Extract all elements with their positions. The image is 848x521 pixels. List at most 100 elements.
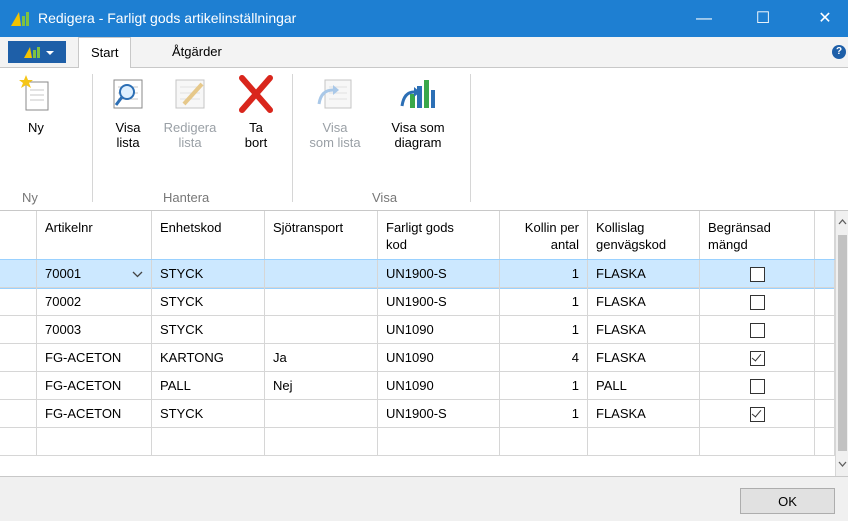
cell-kollislag[interactable]: PALL (588, 372, 700, 400)
cell-artikelnr[interactable]: 70003 (37, 316, 152, 344)
new-row[interactable] (0, 428, 835, 456)
begransad-checkbox[interactable] (750, 267, 765, 282)
cell-enhetskod[interactable]: STYCK (152, 316, 265, 344)
row-selector[interactable] (0, 260, 37, 288)
row-selector[interactable] (0, 400, 37, 428)
cell-text: FG-ACETON (45, 350, 122, 365)
cell-begransad[interactable] (700, 400, 815, 428)
cell-begransad[interactable] (700, 372, 815, 400)
cell-kollin-per-antal[interactable]: 4 (500, 344, 588, 372)
cell-kollin-per-antal[interactable]: 1 (500, 316, 588, 344)
cell-kollislag[interactable]: FLASKA (588, 344, 700, 372)
cell-enhetskod[interactable]: PALL (152, 372, 265, 400)
tab-start[interactable]: Start (78, 37, 132, 69)
table-row[interactable]: 70002 STYCK UN1900-S 1 FLASKA (0, 288, 835, 316)
column-header-kollin-per-antal[interactable]: Kollin per antal (500, 211, 588, 260)
table-row[interactable]: FG-ACETON PALL Nej UN1090 1 PALL (0, 372, 835, 400)
cell-text: 1 (571, 378, 579, 393)
begransad-checkbox[interactable] (750, 379, 765, 394)
cell-enhetskod[interactable]: KARTONG (152, 344, 265, 372)
help-icon[interactable]: ? (832, 45, 846, 59)
show-as-chart-label: Visa som diagram (391, 120, 445, 150)
column-header-kollislag[interactable]: Kollislag genvägskod (588, 211, 700, 260)
table-row[interactable]: FG-ACETON STYCK UN1900-S 1 FLASKA (0, 400, 835, 428)
cell-enhetskod[interactable]: STYCK (152, 260, 265, 288)
table-row[interactable]: 70003 STYCK UN1090 1 FLASKA (0, 316, 835, 344)
column-header-filler (815, 211, 835, 260)
show-as-chart-button[interactable]: Visa som diagram (386, 74, 450, 150)
row-selector[interactable] (0, 288, 37, 316)
cell-text: FLASKA (596, 322, 646, 337)
column-header-artikelnr[interactable]: Artikelnr (37, 211, 152, 260)
cell-kollin-per-antal[interactable]: 1 (500, 288, 588, 316)
begransad-checkbox[interactable] (750, 295, 765, 310)
cell-text: Nej (273, 378, 293, 393)
cell-farligt-gods-kod[interactable]: UN1090 (378, 344, 500, 372)
row-selector[interactable] (0, 428, 37, 456)
row-selector[interactable] (0, 344, 37, 372)
delete-button[interactable]: Ta bort (234, 74, 278, 150)
cell-text: 4 (571, 350, 579, 365)
cell-kollin-per-antal[interactable]: 1 (500, 260, 588, 288)
cell-text: UN1900-S (386, 294, 447, 309)
chevron-down-icon[interactable] (132, 260, 143, 287)
ok-button[interactable]: OK (740, 488, 835, 514)
cell-sjotransport[interactable] (265, 288, 378, 316)
cell-kollislag[interactable]: FLASKA (588, 288, 700, 316)
cell-begransad[interactable] (700, 316, 815, 344)
cell-farligt-gods-kod[interactable]: UN1900-S (378, 288, 500, 316)
cell-farligt-gods-kod[interactable]: UN1900-S (378, 400, 500, 428)
cell-kollin-per-antal[interactable]: 1 (500, 400, 588, 428)
maximize-button[interactable]: ☐ (740, 0, 786, 37)
cell-sjotransport[interactable] (265, 400, 378, 428)
cell-kollislag[interactable]: FLASKA (588, 316, 700, 344)
column-header-enhetskod[interactable]: Enhetskod (152, 211, 265, 260)
cell-kollin-per-antal[interactable]: 1 (500, 372, 588, 400)
cell-begransad[interactable] (700, 260, 815, 288)
cell-enhetskod[interactable]: STYCK (152, 288, 265, 316)
cell-sjotransport[interactable]: Nej (265, 372, 378, 400)
close-button[interactable]: ✕ (802, 0, 848, 37)
table-row[interactable]: 70001 STYCK UN1900-S 1 FLASKA (0, 259, 836, 289)
cell-begransad[interactable] (700, 288, 815, 316)
cell-farligt-gods-kod[interactable]: UN1090 (378, 372, 500, 400)
column-header-sjotransport[interactable]: Sjötransport (265, 211, 378, 260)
cell-artikelnr[interactable]: 70001 (37, 260, 152, 288)
edit-list-button[interactable]: Redigera lista (160, 74, 220, 150)
cell-artikelnr[interactable]: FG-ACETON (37, 372, 152, 400)
cell-kollislag[interactable]: FLASKA (588, 260, 700, 288)
cell-artikelnr[interactable]: FG-ACETON (37, 400, 152, 428)
cell-enhetskod[interactable]: STYCK (152, 400, 265, 428)
empty-cell (815, 316, 835, 344)
cell-sjotransport[interactable] (265, 260, 378, 288)
cell-sjotransport[interactable] (265, 316, 378, 344)
view-list-button[interactable]: Visa lista (106, 74, 150, 150)
cell-farligt-gods-kod[interactable]: UN1090 (378, 316, 500, 344)
cell-kollislag[interactable]: FLASKA (588, 400, 700, 428)
new-button[interactable]: Ny (16, 74, 56, 135)
begransad-checkbox[interactable] (750, 323, 765, 338)
cell-farligt-gods-kod[interactable]: UN1900-S (378, 260, 500, 288)
begransad-checkbox[interactable] (750, 351, 765, 366)
scroll-thumb[interactable] (838, 235, 847, 451)
cell-artikelnr[interactable]: 70002 (37, 288, 152, 316)
row-selector[interactable] (0, 316, 37, 344)
tab-atgarder[interactable]: Åtgärder (160, 37, 234, 67)
begransad-checkbox[interactable] (750, 407, 765, 422)
table-row[interactable]: FG-ACETON KARTONG Ja UN1090 4 FLASKA (0, 344, 835, 372)
empty-cell (500, 428, 588, 456)
cell-begransad[interactable] (700, 344, 815, 372)
column-header-farligt-gods-kod[interactable]: Farligt gods kod (378, 211, 500, 260)
vertical-scrollbar[interactable] (835, 211, 848, 476)
cell-text: UN1900-S (386, 406, 447, 421)
minimize-button[interactable]: — (681, 0, 727, 37)
show-as-list-button[interactable]: Visa som lista (302, 74, 368, 150)
cell-sjotransport[interactable]: Ja (265, 344, 378, 372)
scroll-up-icon[interactable] (836, 215, 848, 229)
row-selector[interactable] (0, 372, 37, 400)
scroll-down-icon[interactable] (836, 457, 848, 471)
app-menu-button[interactable] (8, 41, 66, 63)
cell-artikelnr[interactable]: FG-ACETON (37, 344, 152, 372)
column-header-begransad-mangd[interactable]: Begränsad mängd (700, 211, 815, 260)
cell-text: KARTONG (160, 350, 224, 365)
